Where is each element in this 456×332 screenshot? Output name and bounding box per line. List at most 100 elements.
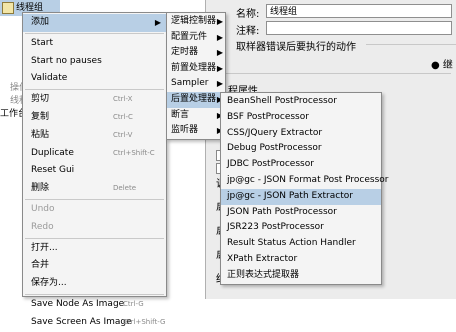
menu-item-redo: Redo — [23, 219, 166, 237]
menu-item-label: JDBC PostProcessor — [227, 159, 314, 170]
thread-group-icon — [2, 1, 14, 14]
menu-item-label: JSR223 PostProcessor — [227, 222, 324, 233]
submenu-item-assertion[interactable]: 断言▶ — [167, 108, 225, 124]
menu-item-label: Start no pauses — [31, 55, 102, 66]
submenu-item-post-processor[interactable]: 后置处理器▶ — [167, 92, 225, 108]
menu-item-label: 后置处理器 — [171, 94, 217, 104]
post-processor-submenu: BeanShell PostProcessor BSF PostProcessor… — [220, 92, 389, 285]
submenu-item-jdbc-postprocessor[interactable]: JDBC PostProcessor — [221, 157, 381, 173]
menu-item-cut[interactable]: 剪切 Ctrl-X — [23, 91, 166, 109]
menu-item-label: 合并 — [31, 260, 50, 271]
menu-separator — [25, 237, 164, 239]
shortcut-text: Ctrl-C — [113, 113, 133, 121]
menu-item-label: Undo — [31, 204, 55, 214]
submenu-item-debug-postprocessor[interactable]: Debug PostProcessor — [221, 141, 381, 157]
menu-item-label: Redo — [31, 221, 54, 232]
submenu-item-timer[interactable]: 定时器 ▶ — [167, 45, 225, 61]
divider — [366, 44, 456, 45]
menu-item-label: 定时器 — [171, 47, 199, 58]
submenu-item-sampler[interactable]: Sampler ▶ — [167, 76, 225, 92]
menu-separator — [25, 294, 164, 295]
chevron-right-icon: ▶ — [154, 18, 161, 27]
menu-item-validate[interactable]: Validate — [23, 70, 166, 88]
submenu-item-beanshell-postprocessor[interactable]: BeanShell PostProcessor — [221, 94, 381, 110]
submenu-item-config-element[interactable]: 配置元件 ▶ — [167, 30, 225, 46]
menu-item-label: Sampler — [171, 78, 209, 89]
menu-item-label: 粘贴 — [31, 129, 50, 140]
menu-item-merge[interactable]: 合并 — [23, 257, 166, 275]
shortcut-text: Ctrl+Shift-G — [123, 317, 166, 326]
comment-field[interactable] — [266, 21, 452, 35]
submenu-item-logic-controller[interactable]: 逻辑控制器 ▶ — [167, 14, 225, 30]
comment-label: 注释: — [236, 26, 260, 37]
menu-item-label: CSS/JQuery Extractor — [227, 127, 323, 138]
submenu-item-regex-extractor[interactable]: 正则表达式提取器 — [221, 268, 381, 284]
chevron-right-icon: ▶ — [216, 32, 223, 42]
shortcut-text: Ctrl+Shift-C — [113, 148, 155, 157]
submenu-item-json-path-extractor[interactable]: jp@gc - JSON Path Extractor — [221, 188, 381, 205]
menu-item-label: 保存为... — [31, 278, 67, 289]
name-field[interactable]: 线程组 — [266, 4, 452, 18]
submenu-item-listener[interactable]: 监听器▶ — [167, 123, 225, 139]
divider — [216, 73, 451, 74]
menu-item-label: 逻辑控制器 — [171, 16, 217, 26]
menu-item-label: Validate — [31, 73, 68, 84]
menu-item-label: 前置处理器 — [171, 62, 217, 73]
menu-item-start[interactable]: Start — [23, 35, 166, 53]
shortcut-text: Ctrl-V — [113, 130, 133, 139]
menu-item-reset-gui[interactable]: Reset Gui — [23, 162, 166, 180]
menu-item-add[interactable]: 添加 ▶ — [23, 14, 166, 32]
submenu-item-json-format-post-processor[interactable]: jp@gc - JSON Format Post Processor — [221, 173, 389, 189]
menu-item-save-screen-as-image[interactable]: Save Screen As Image Ctrl+Shift-G — [23, 314, 166, 332]
menu-item-label: Save Node As Image — [31, 299, 125, 309]
sampler-error-action-label: 取样器错误后要执行的动作 — [236, 42, 356, 53]
menu-item-label: Reset Gui — [31, 165, 75, 176]
menu-item-paste[interactable]: 粘贴 Ctrl-V — [23, 127, 166, 145]
menu-item-copy[interactable]: 复制 Ctrl-C — [23, 109, 166, 127]
add-submenu: 逻辑控制器▶配置元件▶定时器▶前置处理器▶Sampler▶后置处理器▶断言▶监听… — [166, 12, 226, 140]
menu-item-undo: Undo — [23, 201, 166, 219]
menu-item-label: 监听器 — [171, 125, 199, 136]
submenu-item-result-status-action-handler[interactable]: Result Status Action Handler — [221, 236, 381, 252]
name-label: 名称: — [236, 9, 260, 20]
menu-separator — [25, 199, 164, 200]
menu-item-open[interactable]: 打开... — [23, 240, 166, 258]
menu-item-label: 剪切 — [31, 94, 50, 105]
continue-radio[interactable]: ● 继 — [431, 56, 453, 71]
menu-item-label: Start — [31, 37, 53, 48]
menu-separator — [25, 32, 164, 34]
menu-item-label: 断言 — [171, 109, 190, 120]
menu-item-label: Debug PostProcessor — [227, 143, 322, 154]
menu-item-label: JSON Path PostProcessor — [227, 206, 337, 217]
menu-item-label: Save Screen As Image — [31, 316, 132, 327]
menu-item-label: Duplicate — [31, 147, 74, 158]
menu-item-start-no-pauses[interactable]: Start no pauses — [23, 53, 166, 71]
menu-separator — [25, 89, 164, 91]
chevron-right-icon: ▶ — [216, 79, 223, 89]
submenu-item-css-jquery-extractor[interactable]: CSS/JQuery Extractor — [221, 126, 381, 142]
menu-item-save-as[interactable]: 保存为... — [23, 275, 166, 293]
menu-item-label: 正则表达式提取器 — [227, 269, 300, 280]
menu-item-label: BeanShell PostProcessor — [227, 96, 337, 106]
submenu-item-pre-processor[interactable]: 前置处理器 ▶ — [167, 61, 225, 77]
submenu-item-bsf-postprocessor[interactable]: BSF PostProcessor — [221, 110, 381, 126]
chevron-right-icon: ▶ — [216, 63, 223, 73]
shortcut-text: Ctrl-X — [113, 95, 133, 104]
continue-radio-label: 继 — [442, 60, 453, 71]
submenu-item-json-path-postprocessor[interactable]: JSON Path PostProcessor — [221, 205, 381, 221]
menu-item-label: BSF PostProcessor — [227, 111, 309, 122]
menu-item-label: XPath Extractor — [227, 254, 298, 264]
menu-item-label: 复制 — [31, 112, 50, 122]
chevron-right-icon: ▶ — [216, 48, 223, 58]
menu-item-label: 删除 — [31, 183, 50, 194]
submenu-item-jsr223-postprocessor[interactable]: JSR223 PostProcessor — [221, 220, 381, 236]
menu-item-label: Result Status Action Handler — [227, 238, 356, 249]
menu-item-label: jp@gc - JSON Path Extractor — [227, 190, 353, 201]
chevron-right-icon: ▶ — [216, 17, 223, 26]
menu-item-label: 添加 — [31, 17, 50, 27]
submenu-item-xpath-extractor[interactable]: XPath Extractor — [221, 252, 381, 268]
menu-item-delete[interactable]: 删除 Delete — [23, 180, 166, 198]
context-menu: 添加 ▶ Start Start no pauses Validate 剪切 Ctrl-X 复… — [22, 12, 167, 327]
menu-item-label: jp@gc - JSON Format Post Processor — [227, 175, 389, 185]
menu-item-duplicate[interactable]: Duplicate Ctrl+Shift-C — [23, 145, 166, 163]
